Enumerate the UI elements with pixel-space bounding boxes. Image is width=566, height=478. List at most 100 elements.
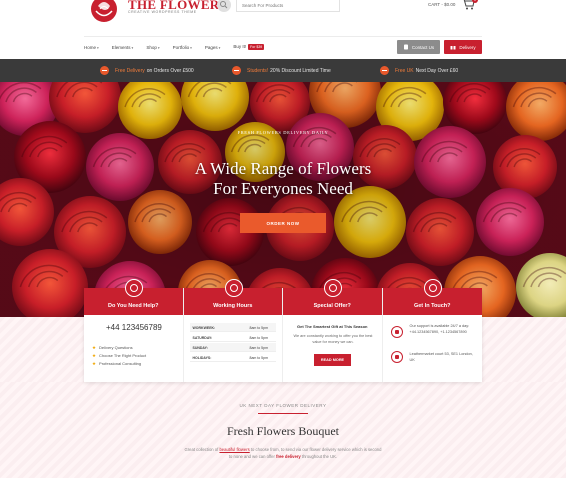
hours-day: HOLIDAYS: (192, 356, 212, 360)
promo-free-delivery[interactable]: Free Delivery on Orders Over £500 (100, 59, 194, 82)
hero-kicker: FRESH FLOWERS DELIVERY DAILY (237, 130, 329, 135)
hours-title: Working Hours (213, 303, 253, 309)
nav-item-shop[interactable]: Shop▾ (146, 45, 159, 50)
offer-text: We are constantly working to offer you t… (293, 334, 373, 344)
contact-header: Get In Touch? (382, 279, 482, 315)
promo-text: on Orders Over £500 (146, 67, 194, 74)
promo-text: 20% Discount Limited Time (270, 67, 331, 74)
nav-item-home[interactable]: Home▾ (84, 45, 99, 50)
hours-header: Working Hours (183, 279, 282, 315)
list-item: ★ Delivery Questions (92, 345, 133, 351)
table-row: SUNDAY: 8am to 5pm (189, 343, 276, 352)
hero-banner: FRESH FLOWERS DELIVERY DAILY A Wide Rang… (0, 82, 566, 317)
support-text: Our support is available 24/7 a day: +44… (409, 324, 470, 334)
hours-day: SATURDAY: (192, 336, 213, 340)
table-row: HOLIDAYS: 8am to 5pm (189, 353, 276, 362)
offer-box: Special Offer? Get The Smartest Gift at … (283, 279, 383, 382)
read-more-button[interactable]: READ MORE (314, 354, 351, 366)
table-row: SATURDAY: 8am to 5pm (189, 333, 276, 342)
promo-text: Next Day Over £60 (415, 67, 459, 74)
hours-time: 8am to 5pm (249, 346, 268, 350)
phone-icon (403, 44, 408, 50)
hours-time: 8am to 5pm (249, 336, 268, 340)
help-title: Do You Need Help? (107, 303, 159, 309)
section-text: Great collection of beautiful flowers to… (183, 446, 383, 460)
section-text-part: Great collection of (184, 447, 220, 452)
order-now-button[interactable]: ORDER NOW (240, 213, 326, 233)
hours-time: 8am to 5pm (249, 326, 268, 330)
offer-subtitle: Get The Smartest Gift at This Season (297, 324, 368, 329)
nav-item-label: Home (84, 44, 97, 50)
chevron-down-icon: ▾ (97, 45, 99, 50)
search-input[interactable] (236, 0, 340, 12)
help-header: Do You Need Help? (84, 279, 183, 315)
help-phone[interactable]: +44 123456789 (106, 323, 162, 332)
promo-students[interactable]: Students! 20% Discount Limited Time (232, 59, 331, 82)
contact-title: Get In Touch? (413, 303, 451, 309)
nav-item-portfolio[interactable]: Portfolio▾ (173, 45, 192, 50)
list-item-label: Delivery Questions (99, 345, 133, 350)
hero-title-line-2: For Everyones Need (213, 179, 353, 198)
contact-us-label: Contact Us (411, 44, 435, 50)
gift-icon (450, 44, 456, 50)
nav-item-label: Elements (111, 44, 131, 50)
address-text: Leathermarket court 53, SE1 London, UK (409, 352, 473, 362)
star-icon: ★ (92, 353, 97, 358)
hours-day: SUNDAY: (192, 346, 208, 350)
chevron-down-icon: ▾ (190, 45, 192, 50)
globe-icon (423, 279, 442, 297)
tag-icon (324, 279, 342, 297)
cart-total[interactable]: CART - $0.00 (428, 2, 455, 7)
help-box: Do You Need Help? +44 123456789 ★ Deliver… (84, 279, 184, 382)
section-title: Fresh Flowers Bouquet (227, 424, 339, 438)
main-nav: Home▾ Elements▾ Shop▾ Portfolio▾ Pages▾ … (84, 40, 277, 54)
chevron-down-icon: ▾ (157, 45, 160, 50)
nav-item-label: Shop (146, 44, 157, 50)
site-header: THE FLOWER CREATIVE WORDPRESS THEME CART… (0, 0, 566, 34)
star-icon: ★ (92, 345, 97, 350)
brand-tagline: CREATIVE WORDPRESS THEME (128, 10, 197, 14)
delivery-label: Delivery (459, 44, 476, 50)
star-icon: ★ (92, 361, 97, 366)
chevron-down-icon: ▾ (131, 45, 134, 50)
nav-item-elements[interactable]: Elements▾ (112, 45, 134, 50)
offer-header: Special Offer? (283, 279, 382, 315)
phone-icon (390, 326, 403, 338)
nav-item-buy-it[interactable]: Buy It! For $39 (233, 44, 265, 50)
list-item-label: Professional Consulting (99, 361, 142, 366)
offer-title: Special Offer? (313, 303, 351, 309)
free-delivery-highlight: free delivery (276, 454, 301, 459)
hours-day: WORKWEEK: (192, 326, 216, 330)
list-item: ★ Professional Consulting (92, 361, 141, 367)
rose-logo-icon[interactable] (84, 0, 124, 28)
section-text-part: throughout the UK. (300, 454, 338, 459)
info-boxes: Do You Need Help? +44 123456789 ★ Deliver… (84, 279, 482, 382)
contact-us-button[interactable]: Contact Us (397, 40, 440, 54)
promo-highlight: Free UK (395, 67, 414, 74)
hero-overlay (0, 82, 566, 317)
percent-icon (232, 66, 241, 75)
promo-highlight: Free Delivery (115, 67, 145, 74)
hours-time: 8am to 5pm (249, 356, 268, 360)
search-icon[interactable] (217, 0, 231, 12)
map-pin-icon (390, 351, 403, 363)
promo-highlight: Students! (247, 67, 269, 74)
hero-title-line-1: A Wide Range of Flowers (194, 159, 372, 178)
nav-item-pages[interactable]: Pages▾ (205, 45, 221, 50)
truck-icon (100, 66, 109, 75)
plane-icon (380, 66, 389, 75)
nav-item-label: Buy It! (233, 44, 247, 49)
hours-box: Working Hours WORKWEEK: 8am to 5pm SATURD… (183, 279, 283, 382)
beautiful-flowers-link[interactable]: beautiful flowers (219, 447, 249, 452)
delivery-button[interactable]: Delivery (444, 40, 482, 54)
question-icon (125, 279, 143, 297)
section-kicker: UK NEXT DAY FLOWER DELIVERY (239, 403, 327, 408)
promo-free-uk[interactable]: Free UK Next Day Over £60 (380, 59, 458, 82)
contact-box: Get In Touch? Our support is available 2… (382, 279, 482, 382)
nav-item-label: Portfolio (172, 44, 190, 50)
cart-count-badge: 0 (472, 0, 478, 3)
list-item-label: Choose The Right Product (99, 353, 147, 358)
price-badge: For $39 (248, 44, 265, 50)
chevron-down-icon: ▾ (218, 45, 221, 50)
nav-divider (84, 36, 482, 37)
